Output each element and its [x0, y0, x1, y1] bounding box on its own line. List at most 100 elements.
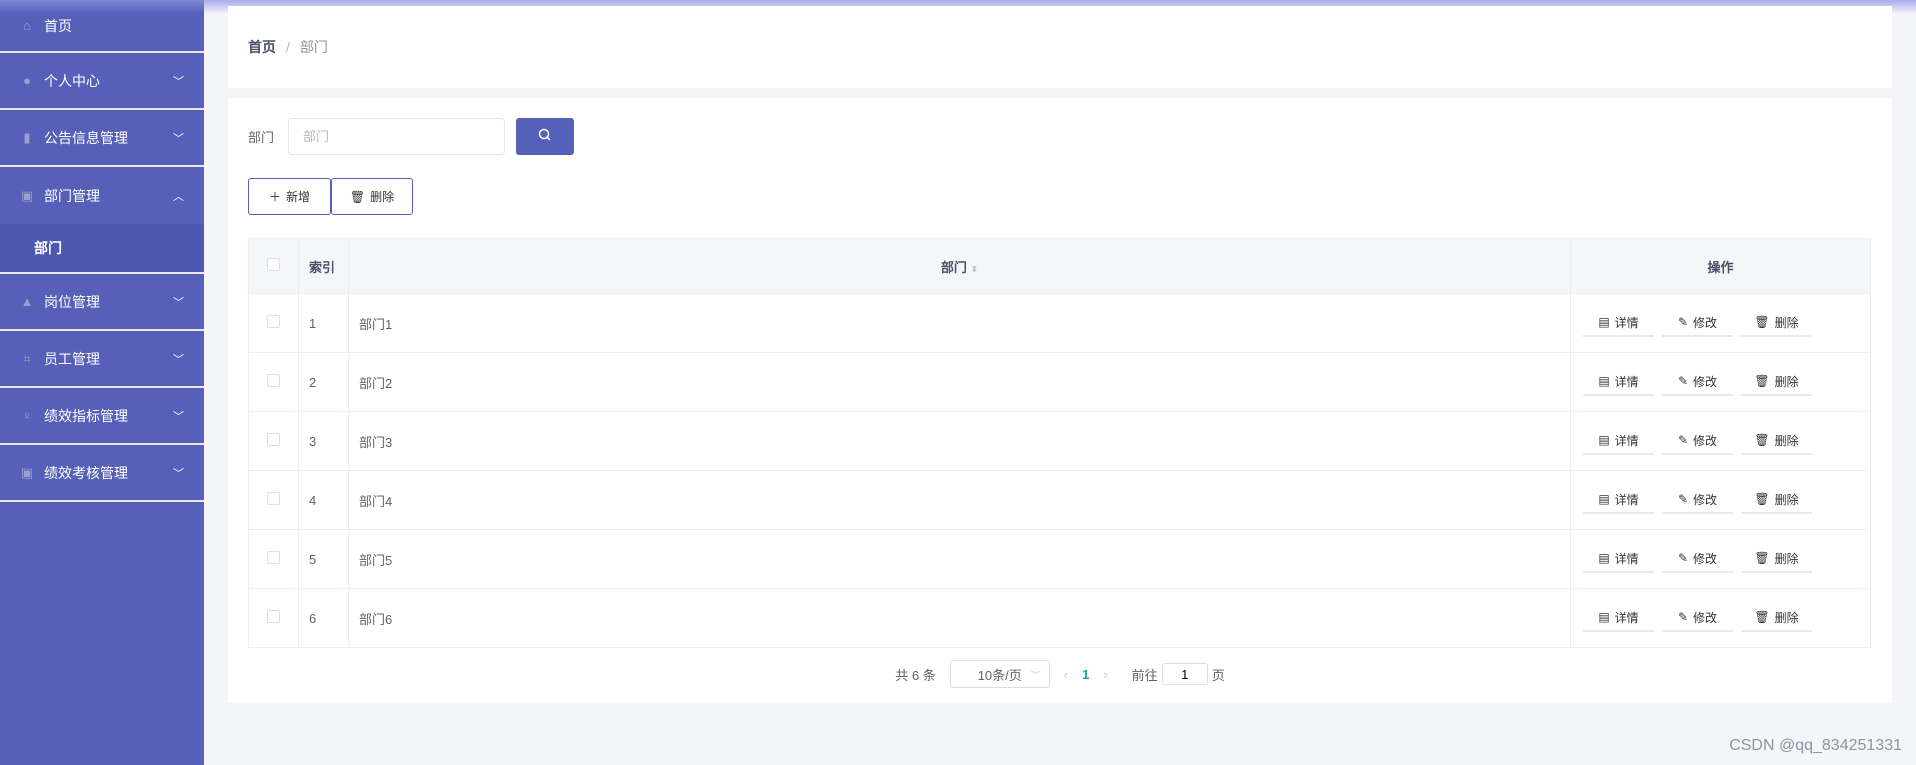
delete-button[interactable]: 🗑 删除 [1741, 309, 1812, 337]
row-index: 4 [298, 470, 349, 530]
edit-button[interactable]: ✎ 修改 [1662, 545, 1733, 573]
detail-button[interactable]: ▤ 详情 [1583, 368, 1654, 396]
pagination: 共 6 条 10条/页 ﹀ ‹ 1 › 前往 页 [228, 660, 1892, 688]
detail-button[interactable]: ▤ 详情 [1583, 545, 1654, 573]
header-index: 索引 [298, 238, 349, 294]
row-dept: 部门4 [348, 470, 1571, 530]
delete-button[interactable]: 🗑 删除 [1741, 486, 1812, 514]
pencil-icon: ✎ [1677, 610, 1689, 624]
delete-button[interactable]: 🗑 删除 [1741, 545, 1812, 573]
sidebar-item-notice[interactable]: ▮ 公告信息管理 ﹀ [0, 110, 204, 167]
delete-label: 删除 [1774, 433, 1799, 448]
row-dept: 部门1 [348, 293, 1571, 353]
sidebar-item-home[interactable]: ⌂ 首页 [0, 0, 204, 53]
search-input[interactable] [288, 118, 505, 155]
pencil-icon: ✎ [1677, 374, 1689, 388]
detail-label: 详情 [1614, 551, 1639, 566]
row-checkbox[interactable] [267, 492, 280, 505]
add-button[interactable]: ＋ 新增 [248, 178, 331, 215]
delete-label: 删除 [1774, 315, 1799, 330]
row-actions: ▤ 详情 ✎ 修改 🗑 删除 [1570, 411, 1871, 471]
breadcrumb-current: 部门 [299, 39, 328, 55]
row-select-cell [248, 411, 299, 471]
sidebar-item-employee[interactable]: ⌗ 员工管理 ﹀ [0, 331, 204, 388]
row-index: 3 [298, 411, 349, 471]
sidebar-item-personal-center[interactable]: ● 个人中心 ﹀ [0, 53, 204, 110]
detail-label: 详情 [1614, 610, 1639, 625]
sidebar-subitem-department[interactable]: 部门 [0, 224, 204, 274]
breadcrumb-home[interactable]: 首页 [248, 37, 276, 57]
detail-button[interactable]: ▤ 详情 [1583, 309, 1654, 337]
edit-label: 修改 [1693, 492, 1718, 507]
chevron-down-icon: ﹀ [173, 467, 184, 480]
sidebar: ⌂ 首页 ● 个人中心 ﹀ ▮ 公告信息管理 ﹀ ▣ 部门管理 ︿ 部门 ▲ 岗位管理 ﹀ ⌗ 员工… [0, 0, 204, 765]
document-icon: ▤ [1598, 551, 1610, 565]
header-dept[interactable]: 部门 ⬍ [348, 238, 1571, 294]
row-checkbox[interactable] [267, 374, 280, 387]
table-row: 6 部门6 ▤ 详情 ✎ 修改 🗑 删除 [248, 588, 1871, 648]
table-row: 5 部门5 ▤ 详情 ✎ 修改 🗑 删除 [248, 529, 1871, 589]
detail-button[interactable]: ▤ 详情 [1583, 486, 1654, 514]
delete-label: 删除 [1774, 610, 1799, 625]
document-icon: ▤ [1598, 374, 1610, 388]
document-icon: ▤ [1598, 492, 1610, 506]
sidebar-item-appraisal[interactable]: ▣ 绩效考核管理 ﹀ [0, 445, 204, 502]
edit-button[interactable]: ✎ 修改 [1662, 486, 1733, 514]
row-dept: 部门5 [348, 529, 1571, 589]
goto-page-input[interactable] [1161, 663, 1208, 685]
chevron-down-icon: ﹀ [173, 353, 184, 366]
trash-icon: 🗑 [1754, 610, 1770, 624]
row-select-cell [248, 588, 299, 648]
sidebar-item-department[interactable]: ▣ 部门管理 ︿ [0, 167, 204, 224]
trash-icon: 🗑 [349, 189, 366, 204]
sort-icon[interactable]: ⬍ [971, 264, 979, 274]
batch-delete-button[interactable]: 🗑 删除 [331, 178, 413, 215]
sidebar-item-label: 绩效指标管理 [44, 407, 128, 424]
main-panel: 部门 ＋ 新增 🗑 删除 索引 部门 ⬍ 操作 1 部门1 ▤ 详情 ✎ 修改 🗑 删除 … [228, 98, 1892, 703]
sidebar-item-label: 公告信息管理 [44, 129, 128, 146]
delete-button[interactable]: 🗑 删除 [1741, 427, 1812, 455]
sidebar-item-position[interactable]: ▲ 岗位管理 ﹀ [0, 274, 204, 331]
edit-button[interactable]: ✎ 修改 [1662, 368, 1733, 396]
delete-button[interactable]: 🗑 删除 [1741, 604, 1812, 632]
edit-button[interactable]: ✎ 修改 [1662, 604, 1733, 632]
prev-page-button[interactable]: ‹ [1064, 667, 1068, 682]
sidebar-item-label: 首页 [44, 17, 72, 34]
next-page-button[interactable]: › [1103, 667, 1107, 682]
table-header: 索引 部门 ⬍ 操作 [248, 238, 1871, 294]
page-number-current[interactable]: 1 [1082, 667, 1089, 682]
page-suffix: 页 [1211, 667, 1225, 683]
search-button[interactable] [516, 118, 574, 155]
page-size-select[interactable]: 10条/页 ﹀ [949, 660, 1050, 688]
breadcrumb: 首页 / 部门 [228, 6, 1892, 88]
detail-button[interactable]: ▤ 详情 [1583, 604, 1654, 632]
select-all-checkbox[interactable] [267, 258, 280, 271]
edit-button[interactable]: ✎ 修改 [1662, 427, 1733, 455]
detail-button[interactable]: ▤ 详情 [1583, 427, 1654, 455]
row-index: 1 [298, 293, 349, 353]
chevron-down-icon: ﹀ [173, 296, 184, 309]
row-checkbox[interactable] [267, 315, 280, 328]
detail-label: 详情 [1614, 492, 1639, 507]
row-checkbox[interactable] [267, 610, 280, 623]
row-index: 6 [298, 588, 349, 648]
row-checkbox[interactable] [267, 433, 280, 446]
edit-button[interactable]: ✎ 修改 [1662, 309, 1733, 337]
trash-icon: 🗑 [1754, 315, 1770, 329]
sidebar-item-label: 岗位管理 [44, 293, 100, 310]
row-index: 5 [298, 529, 349, 589]
row-checkbox[interactable] [267, 551, 280, 564]
edit-label: 修改 [1693, 315, 1718, 330]
delete-button[interactable]: 🗑 删除 [1741, 368, 1812, 396]
edit-label: 修改 [1693, 610, 1718, 625]
row-dept: 部门6 [348, 588, 1571, 648]
delete-label: 删除 [1774, 492, 1799, 507]
header-ops: 操作 [1570, 238, 1871, 294]
trash-icon: 🗑 [1754, 374, 1770, 388]
trash-icon: 🗑 [1754, 551, 1770, 565]
sidebar-item-kpi[interactable]: ♀ 绩效指标管理 ﹀ [0, 388, 204, 445]
mic-icon: ♀ [22, 408, 32, 423]
row-actions: ▤ 详情 ✎ 修改 🗑 删除 [1570, 588, 1871, 648]
row-select-cell [248, 470, 299, 530]
home-icon: ⌂ [23, 18, 31, 33]
